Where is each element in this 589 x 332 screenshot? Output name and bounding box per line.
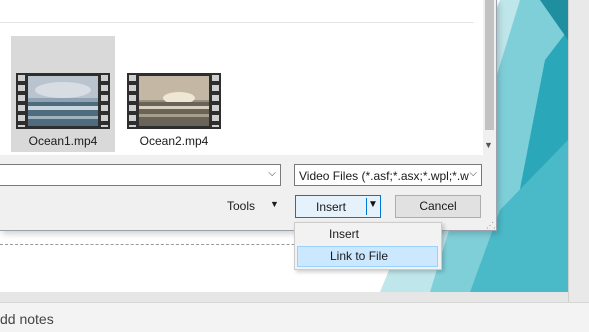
video-thumbnail	[139, 76, 209, 126]
file-list-scrollbar[interactable]: ▼	[483, 0, 496, 155]
file-list-pane[interactable]: Ocean1.mp4 Ocean2.mp4	[0, 0, 484, 155]
insert-split-button[interactable]: Insert ▼	[295, 195, 381, 218]
menu-item-insert[interactable]: Insert	[297, 224, 438, 245]
notes-pane[interactable]: dd notes	[0, 302, 589, 332]
dropdown-arrow-icon[interactable]: ▼	[368, 199, 378, 210]
file-item-ocean1[interactable]: Ocean1.mp4	[11, 36, 115, 152]
chevron-down-icon: ⌵	[469, 168, 477, 179]
menu-item-link-to-file[interactable]: Link to File	[297, 246, 438, 267]
video-thumbnail	[28, 76, 98, 126]
file-name: Ocean2.mp4	[139, 134, 209, 148]
scrollbar-thumb[interactable]	[485, 0, 494, 130]
file-name: Ocean1.mp4	[28, 134, 98, 148]
cancel-button[interactable]: Cancel	[395, 195, 481, 218]
scroll-down-icon[interactable]: ▼	[484, 140, 493, 150]
file-type-select[interactable]: Video Files (*.asf;*.asx;*.wpl;*.w ⌵	[294, 164, 482, 186]
file-type-value: Video Files (*.asf;*.asx;*.wpl;*.w	[299, 169, 469, 183]
chevron-down-icon[interactable]: ⌵	[268, 168, 276, 179]
window-scrollbar[interactable]	[568, 0, 589, 302]
insert-button-label[interactable]: Insert	[296, 200, 366, 214]
insert-video-dialog: Ocean1.mp4 Ocean2.mp4 ▼ ⌵ Video Files (*…	[0, 0, 501, 231]
insert-options-menu: Insert Link to File	[294, 222, 442, 270]
pane-divider	[0, 22, 474, 23]
video-file-icon	[127, 73, 221, 129]
tools-menu-button[interactable]: Tools	[227, 199, 255, 213]
file-name-input[interactable]: ⌵	[0, 164, 281, 186]
video-file-icon	[16, 73, 110, 129]
file-item-ocean2[interactable]: Ocean2.mp4	[122, 36, 226, 152]
split-divider	[366, 198, 367, 215]
resize-grip-icon[interactable]: ⋰⋰	[486, 221, 501, 230]
dropdown-arrow-icon[interactable]: ▼	[270, 199, 279, 209]
notes-placeholder[interactable]: dd notes	[0, 311, 54, 327]
